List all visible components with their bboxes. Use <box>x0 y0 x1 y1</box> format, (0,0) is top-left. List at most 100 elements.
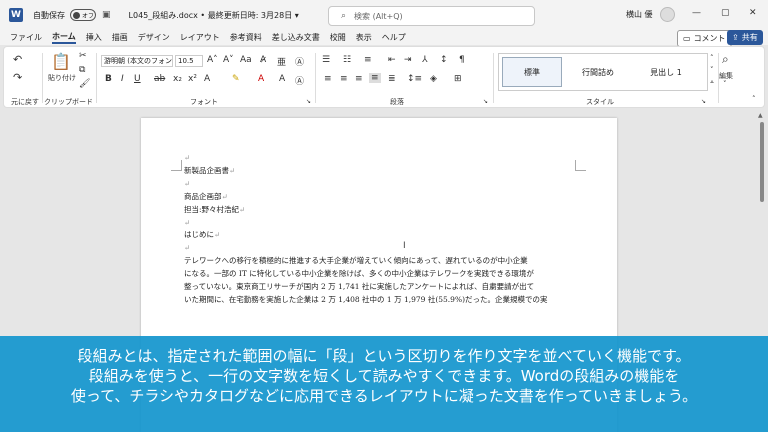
enclosed-char-icon[interactable]: Ⓐ <box>295 55 304 68</box>
word-app-icon: W <box>9 8 23 22</box>
paste-label[interactable]: 貼り付け <box>48 73 76 83</box>
tab-draw[interactable]: 描画 <box>112 32 128 43</box>
styles-group-label: スタイル <box>586 98 614 106</box>
font-size-select[interactable]: 10.5 <box>175 55 203 67</box>
asian-layout-icon[interactable]: ⅄ <box>422 55 428 65</box>
scrollbar-thumb[interactable] <box>760 122 764 202</box>
autosave-toggle[interactable]: オフ <box>70 9 96 21</box>
tab-review[interactable]: 校閲 <box>330 32 346 43</box>
highlight-icon[interactable]: ✎ <box>232 74 240 84</box>
tab-references[interactable]: 参考資料 <box>230 32 262 43</box>
minimize-button[interactable]: — <box>692 8 701 18</box>
style-heading-1[interactable]: 見出し 1 <box>633 57 699 87</box>
paste-icon[interactable]: 📋 <box>51 52 71 71</box>
format-painter-icon[interactable]: 🖌 <box>79 79 90 89</box>
tab-layout[interactable]: レイアウト <box>180 32 220 43</box>
borders-icon[interactable]: ⊞ <box>454 74 462 84</box>
style-normal[interactable]: 標準 <box>502 57 562 87</box>
tab-file[interactable]: ファイル <box>10 32 42 43</box>
comment-label: コメント <box>693 34 726 43</box>
caption-line: 段組みとは、指定された範囲の幅に「段」という区切りを作り文字を並べていく機能です… <box>77 347 691 365</box>
shrink-font-icon[interactable]: A˅ <box>223 55 234 65</box>
styles-scroll-down-icon[interactable]: ˅ <box>710 66 714 74</box>
style-no-spacing[interactable]: 行間詰め <box>565 57 631 87</box>
search-placeholder: 検索 (Alt+Q) <box>354 11 403 21</box>
document-line-text: になる。一部の IT に特化している中小企業を除けば、多くの中小企業はテレワーク… <box>184 269 534 279</box>
align-center-icon[interactable]: ≡ <box>340 74 348 84</box>
styles-more-icon[interactable]: ⩡ <box>710 78 714 87</box>
paragraph-dialog-launcher-icon[interactable]: ↘ <box>483 98 488 105</box>
grow-font-icon[interactable]: A˄ <box>207 55 218 65</box>
align-left-icon[interactable]: ≡ <box>324 74 332 84</box>
document-title[interactable]: L045_段組み.docx • 最終更新日時: 3月28日 ▾ <box>129 10 299 21</box>
user-name[interactable]: 横山 優 <box>626 9 653 20</box>
text-effects-icon[interactable]: A <box>204 74 210 84</box>
ribbon: ↶ ↷ 元に戻す 📋 貼り付け ✂ ⧉ 🖌 クリップボード 游明朝 (本文のフォ… <box>3 46 765 108</box>
document-line-text: テレワークへの移行を積極的に推進する大手企業が増えていく傾向にあって、遅れている… <box>184 256 528 266</box>
bold-icon[interactable]: B <box>105 74 112 84</box>
show-marks-icon[interactable]: ¶ <box>459 55 465 65</box>
numbering-icon[interactable]: ☷ <box>343 55 351 65</box>
sort-icon[interactable]: ↕ <box>440 55 448 65</box>
distributed-icon[interactable]: ≣ <box>388 74 396 84</box>
save-icon[interactable]: ▣ <box>102 10 111 20</box>
comment-button[interactable]: ▭ コメント <box>677 30 732 47</box>
subscript-icon[interactable]: x₂ <box>173 74 182 84</box>
char-border-icon[interactable]: Ⓐ <box>295 74 304 87</box>
search-icon: ⌕ <box>341 11 347 21</box>
restore-button[interactable]: ▢ <box>721 8 730 18</box>
change-case-icon[interactable]: Aa <box>240 55 252 65</box>
clear-format-icon[interactable]: A̷ <box>260 55 266 65</box>
avatar[interactable] <box>660 7 675 22</box>
increase-indent-icon[interactable]: ⇥ <box>404 55 412 65</box>
document-line: ↵ <box>184 242 576 255</box>
line-spacing-icon[interactable]: ↕≡ <box>407 74 422 84</box>
bullets-icon[interactable]: ☰ <box>322 55 330 65</box>
document-body[interactable]: ↵ 新製品企画書↵ ↵ 商品企画部↵ 担当:野々村浩紀↵ ↵ はじめに↵ ↵ テレワークへの移行… <box>184 152 576 307</box>
document-line: いた期間に、在宅勤務を実施した企業は 2 万 1,408 社中の 1 万 1,9… <box>184 294 576 307</box>
paragraph-group-label: 段落 <box>390 98 404 106</box>
styles-dialog-launcher-icon[interactable]: ↘ <box>701 98 706 105</box>
underline-icon[interactable]: U <box>134 74 141 84</box>
cut-icon[interactable]: ✂ <box>79 51 87 61</box>
font-name-select[interactable]: 游明朝 (本文のフォン <box>101 55 173 67</box>
char-shading-icon[interactable]: A <box>279 74 285 84</box>
tab-design[interactable]: デザイン <box>138 32 170 43</box>
justify-icon[interactable]: ≡ <box>369 73 381 83</box>
phonetic-guide-icon[interactable]: 亜 <box>277 55 286 68</box>
align-right-icon[interactable]: ≡ <box>355 74 363 84</box>
caption-line: 使って、チラシやカタログなどに応用できるレイアウトに凝った文書を作っていきましょ… <box>70 387 698 405</box>
tab-home[interactable]: ホーム <box>52 31 76 44</box>
font-dialog-launcher-icon[interactable]: ↘ <box>306 98 311 105</box>
divider <box>42 53 43 103</box>
tab-help[interactable]: ヘルプ <box>382 32 406 43</box>
strikethrough-icon[interactable]: ab <box>154 74 165 84</box>
italic-icon[interactable]: I <box>121 74 124 84</box>
multilevel-list-icon[interactable]: ≡ <box>364 55 372 65</box>
tab-insert[interactable]: 挿入 <box>86 32 102 43</box>
decrease-indent-icon[interactable]: ⇤ <box>388 55 396 65</box>
undo-icon[interactable]: ↶ <box>13 53 22 66</box>
close-button[interactable]: ✕ <box>749 8 757 18</box>
superscript-icon[interactable]: x² <box>188 74 197 84</box>
redo-icon[interactable]: ↷ <box>13 71 22 84</box>
document-line: 新製品企画書↵ <box>184 165 576 178</box>
font-color-icon[interactable]: A <box>258 74 264 84</box>
crop-mark <box>171 160 182 171</box>
document-line: ↵ <box>184 152 576 165</box>
search-box[interactable]: ⌕ 検索 (Alt+Q) <box>328 6 535 26</box>
share-button[interactable]: ⇪ 共有 <box>727 30 763 45</box>
find-icon[interactable]: ⌕ <box>722 52 729 67</box>
divider <box>493 53 494 103</box>
comment-icon: ▭ <box>683 34 691 43</box>
collapse-ribbon-icon[interactable]: ˄ <box>752 95 756 103</box>
paragraph-mark-icon: ↵ <box>184 217 191 227</box>
scroll-up-icon[interactable]: ▲ <box>758 112 763 119</box>
styles-scroll-up-icon[interactable]: ˄ <box>710 54 714 62</box>
shading-icon[interactable]: ◈ <box>430 74 437 84</box>
tab-mailings[interactable]: 差し込み文書 <box>272 32 320 43</box>
tab-view[interactable]: 表示 <box>356 32 372 43</box>
edit-dropdown-icon[interactable]: ˅ <box>723 80 727 88</box>
copy-icon[interactable]: ⧉ <box>79 65 85 75</box>
vertical-scrollbar[interactable]: ▲ <box>758 112 766 327</box>
